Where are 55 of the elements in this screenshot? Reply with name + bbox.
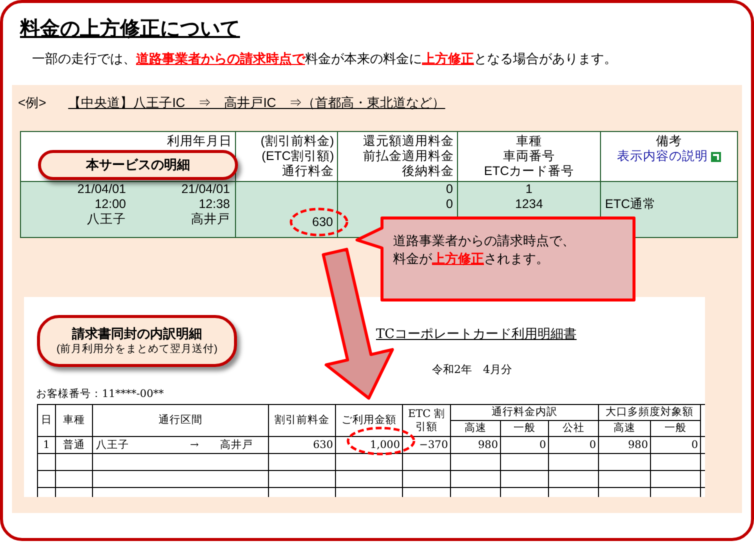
- example-label: <例>: [18, 94, 46, 112]
- table-cell: 0: [500, 436, 548, 454]
- refund-cell: 0: [446, 197, 453, 212]
- table-cell: 普通: [56, 436, 92, 454]
- billing-period: 令和2年 4月分: [432, 363, 512, 376]
- dashed-ellipse: [346, 426, 416, 456]
- callout-note: (前月利用分をまとめて翌月送付): [56, 342, 218, 356]
- table-cell-text: 八王子: [96, 438, 130, 452]
- document-title: TCコーポレートカード利用明細書: [376, 327, 577, 342]
- column-header: 日: [38, 404, 56, 436]
- route-text: 【中央道】八王子IC ⇒ 高井戸IC ⇒（首都高・東北道など）: [68, 94, 446, 112]
- toll-amount: 630: [312, 215, 333, 229]
- column-header: 高速: [598, 420, 651, 436]
- callout-text: 本サービスの明細: [86, 156, 190, 174]
- bubble-text: 料金が上方修正されます。: [393, 250, 550, 268]
- usage-cell: 21/04/01: [77, 182, 126, 197]
- callout-text: 請求書同封の内訳明細: [72, 326, 202, 342]
- explanation-link[interactable]: 表示内容の説明: [616, 149, 708, 163]
- bubble-text: 道路事業者からの請求時点で、: [393, 232, 575, 250]
- down-arrow-icon: [322, 248, 394, 400]
- usage-cell: 八王子: [87, 212, 126, 227]
- column-header: 割引前料金: [268, 404, 336, 436]
- group-header: 通行料金内訳: [450, 404, 599, 420]
- vehicle-cell: 1234: [515, 197, 543, 212]
- note-cell: ETC通常: [605, 197, 656, 211]
- usage-cell: 12:00: [94, 197, 126, 212]
- dashed-ellipse: [290, 208, 348, 236]
- table-cell: 0: [650, 436, 701, 454]
- intro-text: 一部の走行では、道路事業者からの請求時点で料金が本来の料金に上方修正となる場合があります。: [32, 51, 617, 66]
- column-header: 公社: [548, 420, 599, 436]
- page-title: 料金の上方修正について: [20, 18, 240, 40]
- external-link-icon: [711, 152, 722, 162]
- table-cell: 高井戸: [220, 438, 253, 452]
- usage-cell: 12:38: [198, 197, 230, 212]
- column-header: 一般: [650, 420, 701, 436]
- table-cell: 1: [38, 436, 56, 454]
- table-cell: 630: [268, 436, 336, 454]
- table-cell: −370: [402, 436, 450, 454]
- usage-cell: 高井戸: [191, 212, 230, 227]
- group-header: 大口多頻度対象額: [598, 404, 701, 420]
- column-header: 高速: [450, 420, 500, 436]
- column-header: 車種: [56, 404, 92, 436]
- refund-cell: 0: [446, 182, 453, 197]
- column-header: ご利用金額: [336, 404, 402, 436]
- vehicle-cell: 1: [526, 182, 532, 197]
- table-cell: 1,000: [336, 436, 402, 454]
- table-cell: 980: [450, 436, 500, 454]
- column-header: ETC 割引額: [402, 404, 450, 436]
- usage-cell: 21/04/01: [181, 182, 230, 197]
- table-cell: 980: [598, 436, 651, 454]
- customer-number: お客様番号：11****-00**: [36, 388, 164, 400]
- route-arrow: →: [190, 438, 200, 452]
- table-cell: 0: [548, 436, 599, 454]
- column-header: 一般: [500, 420, 548, 436]
- column-header: 通行区間: [92, 404, 268, 436]
